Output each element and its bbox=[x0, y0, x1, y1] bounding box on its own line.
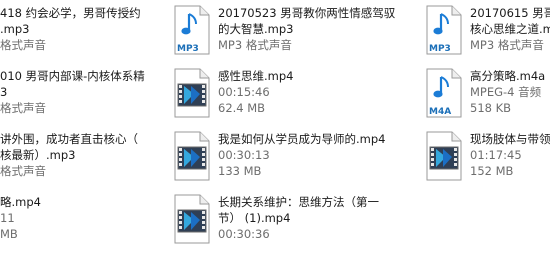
file-name: 感性思维.mp4 bbox=[218, 69, 294, 83]
file-duration: 00:15:46 bbox=[218, 85, 270, 99]
video-file-icon bbox=[174, 194, 210, 244]
file-item[interactable]: 418 约会必学，男哥传授约 .mp3 格式声音 bbox=[0, 5, 150, 65]
file-name: 010 男哥内部课-内核体系精 bbox=[0, 69, 145, 83]
mp3-file-icon: MP3 bbox=[174, 5, 210, 55]
file-name: 略.mp4 bbox=[0, 195, 41, 209]
file-badge: MP3 bbox=[429, 44, 451, 54]
file-duration: 01:17:45 bbox=[470, 148, 522, 162]
video-file-icon bbox=[426, 131, 462, 181]
file-name: 20170523 男哥教你两性情感驾驭 bbox=[218, 6, 396, 20]
file-type: MPEG-4 音频 bbox=[470, 85, 542, 99]
file-item[interactable]: 长期关系维护：思维方法（第一 节） (1).mp4 00:30:36 bbox=[174, 194, 404, 254]
file-type: 格式声音 bbox=[0, 38, 46, 52]
file-duration: 11 bbox=[0, 211, 15, 225]
file-type: MP3 格式声音 bbox=[218, 38, 292, 52]
file-item[interactable]: 我是如何从学员成为导师的.mp4 00:30:13 133 MB bbox=[174, 131, 404, 191]
file-size: 518 KB bbox=[470, 101, 512, 115]
file-item[interactable]: 感性思维.mp4 00:15:46 62.4 MB bbox=[174, 68, 404, 128]
mp3-file-icon: MP3 bbox=[426, 5, 462, 55]
file-item[interactable]: 010 男哥内部课-内核体系精 3 格式声音 bbox=[0, 68, 150, 128]
file-name: 核心思维之道.m bbox=[470, 22, 550, 36]
file-name: 20170615 男哥 bbox=[470, 6, 550, 20]
file-item[interactable]: 略.mp4 11 MB bbox=[0, 194, 150, 254]
file-name: 高分策略.m4a bbox=[470, 69, 546, 83]
file-name: 核最新）.mp3 bbox=[0, 148, 76, 162]
file-duration: 00:30:36 bbox=[218, 227, 270, 241]
file-item[interactable]: 现场肢体与带领 01:17:45 152 MB bbox=[426, 131, 550, 191]
file-type: MP3 格式声音 bbox=[470, 38, 544, 52]
file-grid: 418 约会必学，男哥传授约 .mp3 格式声音 010 男哥内部课-内核体系精… bbox=[0, 0, 550, 254]
file-duration: 00:30:13 bbox=[218, 148, 270, 162]
file-name: 3 bbox=[0, 85, 8, 99]
file-type: 格式声音 bbox=[0, 101, 46, 115]
file-name: 的大智慧.mp3 bbox=[218, 22, 294, 36]
file-size: 62.4 MB bbox=[218, 101, 266, 115]
file-name: 讲外围，成功者直击核心（ bbox=[0, 132, 138, 146]
video-file-icon bbox=[174, 131, 210, 181]
file-size: 133 MB bbox=[218, 164, 262, 178]
file-type: 格式声音 bbox=[0, 164, 46, 178]
file-item[interactable]: MP3 20170615 男哥 核心思维之道.m MP3 格式声音 bbox=[426, 5, 550, 65]
file-name: 现场肢体与带领 bbox=[470, 132, 550, 146]
file-badge: MP3 bbox=[177, 44, 199, 54]
file-name: 418 约会必学，男哥传授约 bbox=[0, 6, 141, 20]
file-badge: M4A bbox=[429, 107, 451, 117]
file-item[interactable]: MP3 20170523 男哥教你两性情感驾驭 的大智慧.mp3 MP3 格式声… bbox=[174, 5, 404, 65]
file-size: 152 MB bbox=[470, 164, 514, 178]
m4a-file-icon: M4A bbox=[426, 68, 462, 118]
file-item[interactable]: M4A 高分策略.m4a MPEG-4 音频 518 KB bbox=[426, 68, 550, 128]
video-file-icon bbox=[174, 68, 210, 118]
file-name: 长期关系维护：思维方法（第一 bbox=[218, 195, 379, 209]
file-size: MB bbox=[0, 227, 18, 241]
file-name: 我是如何从学员成为导师的.mp4 bbox=[218, 132, 386, 146]
file-item[interactable]: 讲外围，成功者直击核心（ 核最新）.mp3 格式声音 bbox=[0, 131, 150, 191]
file-name: 节） (1).mp4 bbox=[218, 211, 291, 225]
file-name: .mp3 bbox=[0, 22, 30, 36]
